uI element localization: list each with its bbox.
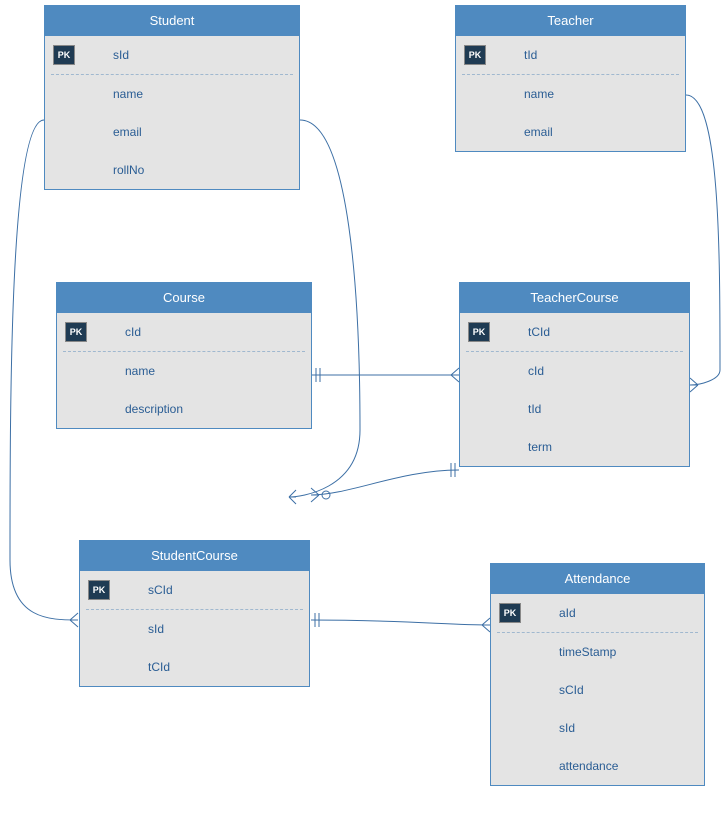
attr-label: email <box>524 125 553 139</box>
attr-row: timeStamp <box>491 633 704 671</box>
attr-row: attendance <box>491 747 704 785</box>
attr-row: cId <box>460 352 689 390</box>
attr-row: description <box>57 390 311 428</box>
attr-label: tCId <box>528 325 550 339</box>
attr-label: sId <box>148 622 164 636</box>
attr-label: tId <box>524 48 537 62</box>
entity-course[interactable]: Course PK cId name description <box>56 282 312 429</box>
attr-row: email <box>45 113 299 151</box>
entity-teacher[interactable]: Teacher PK tId name email <box>455 5 686 152</box>
attr-label: rollNo <box>113 163 144 177</box>
attr-row: PK sCId <box>80 571 309 609</box>
entity-teachercourse-title: TeacherCourse <box>460 283 689 313</box>
attr-row: term <box>460 428 689 466</box>
attr-row: PK aId <box>491 594 704 632</box>
attr-row: email <box>456 113 685 151</box>
attr-label: description <box>125 402 183 416</box>
pk-badge: PK <box>499 603 521 623</box>
pk-badge: PK <box>468 322 490 342</box>
attr-row: sId <box>80 610 309 648</box>
attr-row: PK tId <box>456 36 685 74</box>
pk-badge: PK <box>464 45 486 65</box>
attr-label: aId <box>559 606 576 620</box>
entity-studentcourse-title: StudentCourse <box>80 541 309 571</box>
entity-student-title: Student <box>45 6 299 36</box>
attr-label: tId <box>528 402 541 416</box>
pk-badge: PK <box>65 322 87 342</box>
attr-label: name <box>524 87 554 101</box>
entity-attendance-title: Attendance <box>491 564 704 594</box>
entity-studentcourse[interactable]: StudentCourse PK sCId sId tCId <box>79 540 310 687</box>
attr-label: sCId <box>559 683 584 697</box>
attr-label: name <box>125 364 155 378</box>
attr-label: attendance <box>559 759 618 773</box>
attr-row: tId <box>460 390 689 428</box>
attr-label: sCId <box>148 583 173 597</box>
er-diagram-canvas: Student PK sId name email rollNo Teacher… <box>0 0 721 837</box>
entity-attendance[interactable]: Attendance PK aId timeStamp sCId sId att… <box>490 563 705 786</box>
entity-course-title: Course <box>57 283 311 313</box>
attr-label: sId <box>113 48 129 62</box>
entity-student[interactable]: Student PK sId name email rollNo <box>44 5 300 190</box>
attr-label: name <box>113 87 143 101</box>
attr-label: cId <box>528 364 544 378</box>
attr-row: name <box>57 352 311 390</box>
attr-label: sId <box>559 721 575 735</box>
attr-row: rollNo <box>45 151 299 189</box>
attr-row: PK tCId <box>460 313 689 351</box>
attr-row: name <box>45 75 299 113</box>
attr-row: sId <box>491 709 704 747</box>
attr-row: name <box>456 75 685 113</box>
attr-label: email <box>113 125 142 139</box>
attr-label: term <box>528 440 552 454</box>
entity-teachercourse[interactable]: TeacherCourse PK tCId cId tId term <box>459 282 690 467</box>
attr-row: tCId <box>80 648 309 686</box>
entity-teacher-title: Teacher <box>456 6 685 36</box>
attr-label: timeStamp <box>559 645 616 659</box>
attr-label: tCId <box>148 660 170 674</box>
pk-badge: PK <box>53 45 75 65</box>
attr-row: PK cId <box>57 313 311 351</box>
pk-badge: PK <box>88 580 110 600</box>
attr-row: sCId <box>491 671 704 709</box>
attr-label: cId <box>125 325 141 339</box>
attr-row: PK sId <box>45 36 299 74</box>
